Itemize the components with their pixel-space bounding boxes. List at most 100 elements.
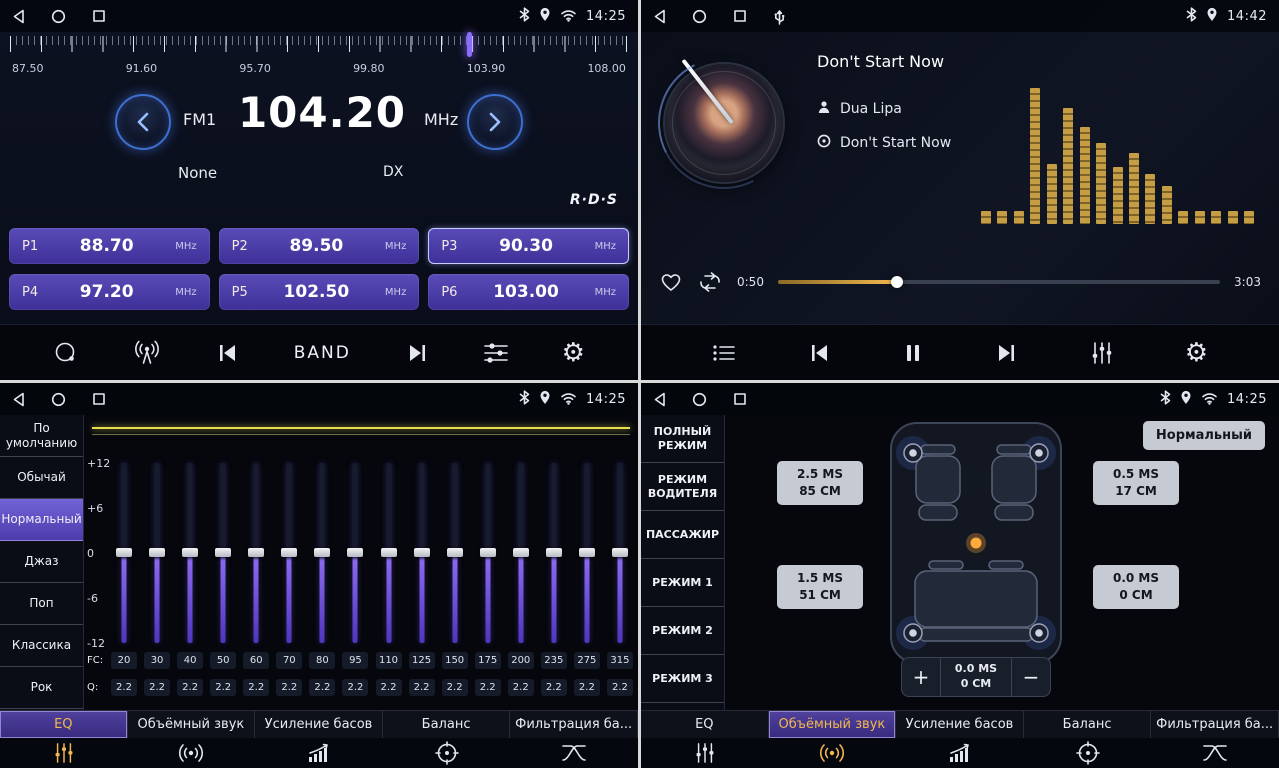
recents-button[interactable] [92,9,106,23]
eq-preset-option[interactable]: Поп [0,583,83,625]
back-button[interactable] [653,9,666,24]
eq-tab-icon[interactable] [0,738,128,768]
recents-button[interactable] [733,392,747,406]
eq-preset-option[interactable]: По умолчанию [0,415,83,457]
next-track-button[interactable] [993,343,1019,363]
delay-decrease-button[interactable]: − [1012,658,1050,696]
favorite-button[interactable] [659,271,683,293]
progress-thumb[interactable] [891,276,903,288]
filter-tab-icon[interactable] [1151,738,1279,768]
eq-slider-thumb[interactable] [612,548,628,557]
scan-button[interactable] [53,340,79,366]
eq-band-slider[interactable] [111,463,137,643]
audio-tab-2[interactable]: Усиление басов [255,711,383,738]
eq-preset-option[interactable]: Рок [0,667,83,709]
soundfield-mode[interactable]: ПОЛНЫЙ РЕЖИМ [641,415,724,463]
audio-tab-1[interactable]: Объёмный звук [769,711,897,738]
eq-band-slider[interactable] [342,463,368,643]
delay-increase-button[interactable]: + [902,658,940,696]
previous-track-button[interactable] [807,343,833,363]
eq-band-slider[interactable] [508,463,534,643]
audio-tab-3[interactable]: Баланс [383,711,511,738]
eq-preset-option[interactable]: Обычай [0,457,83,499]
eq-preset-option[interactable]: Нормальный [0,499,83,541]
eq-slider-thumb[interactable] [314,548,330,557]
audio-tab-3[interactable]: Баланс [1024,711,1152,738]
delay-chip-front-right[interactable]: 0.5 MS17 CM [1093,461,1179,505]
audio-tab-1[interactable]: Объёмный звук [128,711,256,738]
equalizer-shortcut-button[interactable] [483,341,509,365]
audio-tab-2[interactable]: Усиление басов [896,711,1024,738]
balance-tab-icon[interactable] [1024,738,1152,768]
back-button[interactable] [653,392,666,407]
eq-slider-thumb[interactable] [281,548,297,557]
eq-band-slider[interactable] [442,463,468,643]
audio-tab-4[interactable]: Фильтрация ба... [510,711,638,738]
seek-next-button[interactable] [404,343,430,363]
eq-band-slider[interactable] [475,463,501,643]
progress-bar[interactable] [778,280,1220,284]
pause-button[interactable] [904,343,922,363]
radio-preset-p5[interactable]: P5102.50MHz [219,274,420,310]
recents-button[interactable] [92,392,106,406]
audio-tab-4[interactable]: Фильтрация ба... [1151,711,1279,738]
eq-band-slider[interactable] [409,463,435,643]
surround-tab-icon[interactable] [128,738,256,768]
eq-slider-thumb[interactable] [347,548,363,557]
soundfield-mode[interactable]: РЕЖИМ 1 [641,559,724,607]
eq-band-slider[interactable] [177,463,203,643]
eq-slider-thumb[interactable] [447,548,463,557]
home-button[interactable] [51,9,66,24]
filter-tab-icon[interactable] [510,738,638,768]
eq-preset-option[interactable]: Классика [0,625,83,667]
radio-preset-p4[interactable]: P497.20MHz [9,274,210,310]
eq-band-slider[interactable] [574,463,600,643]
eq-band-slider[interactable] [276,463,302,643]
delay-chip-rear-right[interactable]: 0.0 MS0 CM [1093,565,1179,609]
eq-slider-thumb[interactable] [182,548,198,557]
tune-down-button[interactable] [115,94,171,150]
settings-button[interactable]: ⚙ [562,340,585,366]
home-button[interactable] [692,9,707,24]
eq-preset-option[interactable]: Джаз [0,541,83,583]
eq-slider-thumb[interactable] [414,548,430,557]
surround-tab-icon[interactable] [769,738,897,768]
home-button[interactable] [692,392,707,407]
eq-band-slider[interactable] [243,463,269,643]
eq-band-slider[interactable] [309,463,335,643]
eq-band-slider[interactable] [376,463,402,643]
radio-preset-p2[interactable]: P289.50MHz [219,228,420,264]
radio-preset-p3[interactable]: P390.30MHz [428,228,629,264]
eq-slider-thumb[interactable] [116,548,132,557]
delay-chip-front-left[interactable]: 2.5 MS85 CM [777,461,863,505]
broadcast-antenna-button[interactable] [132,340,162,366]
eq-slider-thumb[interactable] [248,548,264,557]
band-button[interactable]: BAND [294,343,351,363]
eq-band-slider[interactable] [144,463,170,643]
radio-preset-p1[interactable]: P188.70MHz [9,228,210,264]
eq-band-slider[interactable] [607,463,633,643]
eq-slider-thumb[interactable] [513,548,529,557]
radio-preset-p6[interactable]: P6103.00MHz [428,274,629,310]
soundfield-mode[interactable]: РЕЖИМ ВОДИТЕЛЯ [641,463,724,511]
eq-band-slider[interactable] [541,463,567,643]
back-button[interactable] [12,392,25,407]
playlist-button[interactable] [712,343,736,363]
home-button[interactable] [51,392,66,407]
delay-chip-rear-left[interactable]: 1.5 MS51 CM [777,565,863,609]
eq-slider-thumb[interactable] [579,548,595,557]
eq-slider-thumb[interactable] [215,548,231,557]
balance-tab-icon[interactable] [383,738,511,768]
soundfield-mode[interactable]: РЕЖИМ 2 [641,607,724,655]
eq-band-slider[interactable] [210,463,236,643]
bass-boost-tab-icon[interactable] [896,738,1024,768]
recents-button[interactable] [733,9,747,23]
eq-slider-thumb[interactable] [546,548,562,557]
audio-tab-0[interactable]: EQ [641,711,769,738]
eq-tab-icon[interactable] [641,738,769,768]
audio-tab-0[interactable]: EQ [0,711,128,738]
bass-boost-tab-icon[interactable] [255,738,383,768]
settings-button[interactable]: ⚙ [1185,340,1208,366]
soundfield-mode[interactable]: РЕЖИМ 3 [641,655,724,703]
tune-up-button[interactable] [467,94,523,150]
